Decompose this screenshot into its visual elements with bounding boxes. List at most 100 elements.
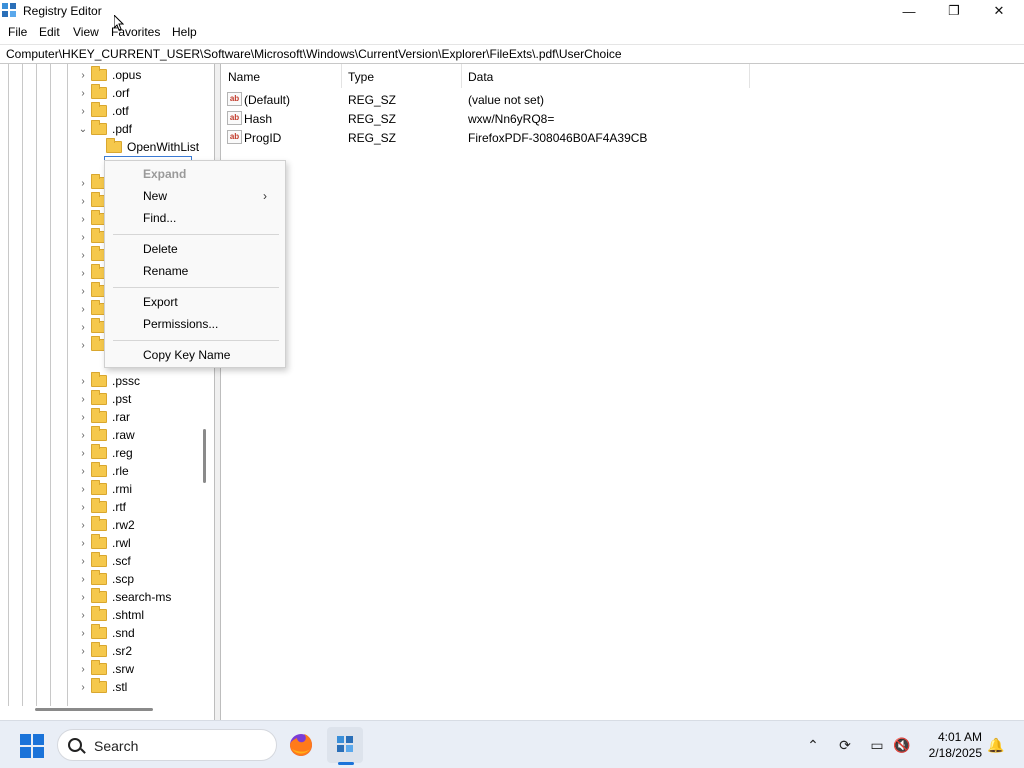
menu-view[interactable]: View: [73, 22, 99, 42]
column-header-data[interactable]: Data: [468, 70, 493, 84]
clock-date[interactable]: 2/18/2025: [910, 746, 982, 760]
chevron-right-icon[interactable]: ›: [78, 462, 88, 480]
tree-item[interactable]: › .otf: [78, 102, 129, 120]
chevron-down-icon[interactable]: ⌄: [78, 120, 88, 138]
maximize-button[interactable]: ❐: [931, 0, 977, 22]
tree-item[interactable]: › .rtf: [78, 498, 126, 516]
mouse-cursor-icon: [114, 15, 124, 31]
tree-item[interactable]: › .rar: [78, 408, 130, 426]
tree-item[interactable]: › .shtml: [78, 606, 144, 624]
chevron-right-icon[interactable]: ›: [78, 246, 88, 264]
menu-item-export[interactable]: Export: [105, 292, 285, 312]
folder-icon: [91, 444, 107, 459]
column-divider[interactable]: [461, 64, 462, 88]
tree-guide: [67, 64, 68, 706]
tree-item[interactable]: › .pst: [78, 390, 131, 408]
network-icon[interactable]: ▭: [867, 735, 887, 755]
menu-item-find[interactable]: Find...: [105, 208, 285, 228]
value-name: Hash: [244, 112, 273, 126]
tree-item[interactable]: › .rwl: [78, 534, 131, 552]
tree-item[interactable]: › .scp: [78, 570, 134, 588]
menu-item-new[interactable]: New ›: [105, 186, 285, 206]
chevron-right-icon[interactable]: ›: [78, 444, 88, 462]
column-divider[interactable]: [341, 64, 342, 88]
chevron-right-icon[interactable]: ›: [78, 588, 88, 606]
tree-item[interactable]: › .rle: [78, 462, 129, 480]
chevron-right-icon[interactable]: ›: [78, 66, 88, 84]
chevron-right-icon[interactable]: ›: [78, 300, 88, 318]
menu-item-rename[interactable]: Rename: [105, 261, 285, 281]
clock-time[interactable]: 4:01 AM: [920, 730, 982, 744]
chevron-right-icon[interactable]: ›: [78, 84, 88, 102]
chevron-right-icon[interactable]: ›: [78, 264, 88, 282]
sync-icon[interactable]: ⟳: [835, 735, 855, 755]
chevron-right-icon[interactable]: ›: [78, 282, 88, 300]
tree-item[interactable]: › .reg: [78, 444, 133, 462]
tree-item[interactable]: › .rw2: [78, 516, 135, 534]
chevron-right-icon[interactable]: ›: [78, 534, 88, 552]
tree-item[interactable]: › .scf: [78, 552, 131, 570]
tree-item[interactable]: › .orf: [78, 84, 129, 102]
tree-item[interactable]: › .search-ms: [78, 588, 171, 606]
chevron-right-icon[interactable]: ›: [78, 174, 88, 192]
tree-item[interactable]: › .stl: [78, 678, 127, 696]
tree-vertical-scrollbar[interactable]: [203, 429, 206, 483]
chevron-right-icon[interactable]: ›: [78, 408, 88, 426]
chevron-right-icon[interactable]: ›: [78, 228, 88, 246]
menu-edit[interactable]: Edit: [39, 22, 60, 42]
chevron-right-icon[interactable]: ›: [78, 606, 88, 624]
chevron-right-icon[interactable]: ›: [78, 426, 88, 444]
chevron-right-icon[interactable]: ›: [78, 570, 88, 588]
chevron-right-icon[interactable]: ›: [78, 552, 88, 570]
chevron-right-icon[interactable]: ›: [78, 318, 88, 336]
menu-item-expand: Expand: [143, 167, 187, 181]
column-header-type[interactable]: Type: [348, 70, 374, 84]
tree-item[interactable]: › .raw: [78, 426, 135, 444]
volume-muted-icon[interactable]: 🔇: [892, 735, 912, 755]
chevron-right-icon[interactable]: ›: [78, 192, 88, 210]
tree-item[interactable]: › .srw: [78, 660, 134, 678]
address-bar[interactable]: Computer\HKEY_CURRENT_USER\Software\Micr…: [0, 44, 1024, 64]
column-header-name[interactable]: Name: [228, 70, 260, 84]
start-button[interactable]: [20, 734, 44, 758]
chevron-right-icon[interactable]: ›: [78, 498, 88, 516]
chevron-right-icon[interactable]: ›: [78, 624, 88, 642]
taskbar-search[interactable]: Search: [57, 729, 277, 761]
menu-separator: [113, 340, 279, 341]
menu-item-delete[interactable]: Delete: [105, 239, 285, 259]
tree-item[interactable]: › .snd: [78, 624, 135, 642]
taskbar-registry-editor[interactable]: [327, 727, 363, 763]
tree-item-openwithlist[interactable]: OpenWithList: [106, 138, 199, 156]
value-row[interactable]: ab Hash REG_SZ wxw/Nn6yRQ8=: [221, 109, 921, 128]
chevron-right-icon[interactable]: ›: [78, 516, 88, 534]
chevron-right-icon[interactable]: ›: [78, 660, 88, 678]
menu-file[interactable]: File: [8, 22, 27, 42]
tree-item[interactable]: › .rmi: [78, 480, 132, 498]
values-list-pane[interactable]: Name Type Data ab (Default) REG_SZ (valu…: [221, 64, 1023, 720]
chevron-right-icon[interactable]: ›: [78, 372, 88, 390]
value-row[interactable]: ab ProgID REG_SZ FirefoxPDF-308046B0AF4A…: [221, 128, 921, 147]
notifications-bell-icon[interactable]: 🔔: [986, 735, 1006, 755]
menu-item-permissions[interactable]: Permissions...: [105, 314, 285, 334]
column-divider[interactable]: [749, 64, 750, 88]
chevron-right-icon[interactable]: ›: [78, 678, 88, 696]
tree-item[interactable]: › .pssc: [78, 372, 140, 390]
chevron-right-icon[interactable]: ›: [78, 390, 88, 408]
tree-item-label: .rmi: [112, 482, 132, 496]
tree-item[interactable]: › .sr2: [78, 642, 132, 660]
chevron-right-icon[interactable]: ›: [78, 102, 88, 120]
close-button[interactable]: ✕: [976, 0, 1022, 22]
minimize-button[interactable]: —: [886, 0, 932, 22]
tree-horizontal-scrollbar[interactable]: [35, 708, 153, 711]
tree-item[interactable]: › .opus: [78, 66, 141, 84]
chevron-right-icon[interactable]: ›: [78, 642, 88, 660]
menu-item-copy-key-name[interactable]: Copy Key Name: [105, 345, 285, 365]
taskbar-firefox[interactable]: [283, 727, 319, 763]
show-hidden-icons-chevron-icon[interactable]: ⌃: [803, 735, 823, 755]
value-row[interactable]: ab (Default) REG_SZ (value not set): [221, 90, 921, 109]
chevron-right-icon[interactable]: ›: [78, 480, 88, 498]
menu-help[interactable]: Help: [172, 22, 197, 42]
chevron-right-icon[interactable]: ›: [78, 336, 88, 354]
chevron-right-icon[interactable]: ›: [78, 210, 88, 228]
tree-item-pdf[interactable]: ⌄ .pdf: [78, 120, 132, 138]
